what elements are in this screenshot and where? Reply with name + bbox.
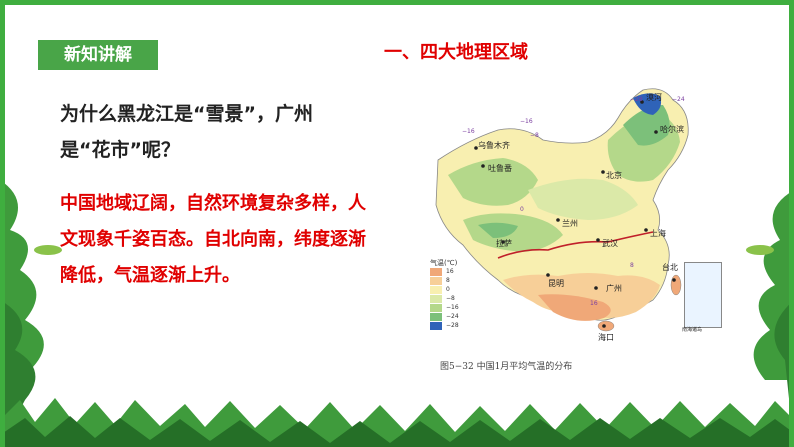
- city-label-shanghai: 上海: [650, 229, 666, 238]
- slide: 新知讲解 一、四大地理区域 为什么黑龙江是“雪景”，广州是“花市”呢？ 中国地域…: [0, 0, 794, 447]
- legend-swatch: [430, 286, 442, 294]
- city-label-haikou: 海口: [598, 333, 614, 342]
- left-border: [0, 0, 5, 447]
- map-caption: 图5−32 中国1月平均气温的分布: [440, 362, 573, 372]
- isotherm-label: 0: [520, 206, 524, 213]
- legend-swatch: [430, 295, 442, 303]
- isotherm-label: −28: [630, 96, 643, 103]
- legend-swatch: [430, 304, 442, 312]
- city-label-guangzhou: 广州: [606, 284, 622, 293]
- city-label-lanzhou: 兰州: [562, 219, 578, 228]
- city-label-harbin: 哈尔滨: [660, 125, 684, 134]
- city-label-turpan: 吐鲁番: [488, 164, 512, 173]
- question-text: 为什么黑龙江是“雪景”，广州是“花市”呢？: [60, 103, 313, 161]
- legend-swatch: [430, 322, 442, 330]
- legend-label: 16: [446, 268, 454, 275]
- legend-label: −16: [446, 304, 459, 311]
- inset-label: 南海诸岛: [682, 327, 703, 333]
- isotherm-label: −16: [462, 128, 475, 135]
- city-label-kunming: 昆明: [548, 279, 564, 288]
- legend-label: −8: [446, 295, 455, 302]
- right-border: [789, 0, 794, 447]
- isotherm-label: −24: [672, 96, 685, 103]
- section-title: 一、四大地理区域: [384, 42, 528, 63]
- legend-label: −24: [446, 313, 459, 320]
- city-label-beijing: 北京: [606, 171, 622, 180]
- legend-label: 8: [446, 277, 450, 284]
- city-label-taibei: 台北: [662, 263, 678, 272]
- legend-title: 气温(℃): [430, 259, 458, 267]
- south-china-sea-inset: [684, 262, 722, 328]
- legend-label: 0: [446, 286, 450, 293]
- legend-swatch: [430, 313, 442, 321]
- temperature-legend: 16 8 0 −8 −16 −24 −28: [430, 268, 459, 331]
- city-label-wuhan: 武汉: [602, 239, 618, 248]
- isotherm-label: −8: [530, 132, 539, 139]
- isotherm-label: 8: [630, 262, 634, 269]
- isotherm-label: 16: [590, 300, 598, 307]
- answer-text: 中国地域辽阔，自然环境复杂多样，人文现象千姿百态。自北向南，纬度逐渐降低，气温逐…: [60, 193, 366, 286]
- city-label-mohe: 漠河: [646, 93, 662, 102]
- isotherm-label: −16: [520, 118, 533, 125]
- top-border: [0, 0, 794, 5]
- city-label-lhasa: 拉萨: [496, 239, 512, 248]
- legend-swatch: [430, 277, 442, 285]
- legend-label: −28: [446, 322, 459, 329]
- city-label-urumqi: 乌鲁木齐: [478, 141, 510, 150]
- legend-swatch: [430, 268, 442, 276]
- section-badge: 新知讲解: [38, 40, 158, 70]
